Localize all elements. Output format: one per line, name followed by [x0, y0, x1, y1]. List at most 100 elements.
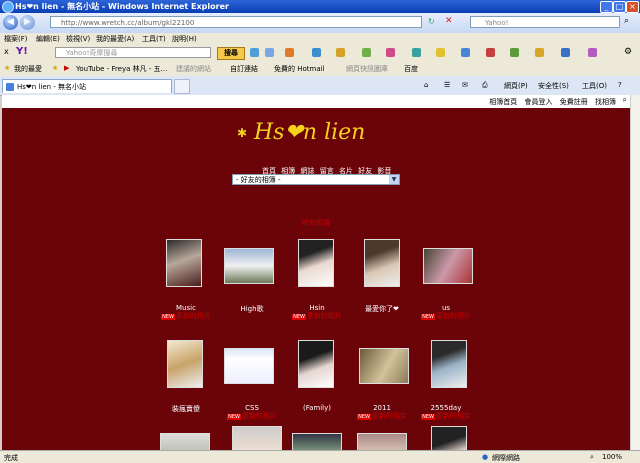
title-bar: Hs❤n lien - 無名小站 - Windows Internet Expl… — [0, 0, 640, 13]
toolbar-tool-icon[interactable] — [362, 48, 371, 57]
album-page: ✱ Hs❤n lien 首頁 相簿 網誌 留言 名片 好友 影音 - 好友的相簿… — [2, 108, 630, 450]
site-logo[interactable]: Hs❤n lien — [254, 120, 365, 145]
search-icon[interactable]: ⌕ — [623, 95, 627, 105]
refresh-icon[interactable]: ↻ — [428, 17, 435, 26]
toolbar-tool-icon[interactable] — [285, 48, 294, 57]
stop-icon[interactable]: ✕ — [445, 16, 453, 26]
chevron-down-icon[interactable]: ▼ — [389, 175, 399, 184]
menu-bar: 檔案(F) 編輯(E) 檢視(V) 我的最愛(A) 工具(T) 說明(H) — [0, 33, 640, 44]
favorite-link-baidu[interactable]: 百度 — [404, 64, 418, 74]
tools-menu[interactable]: 工具(O) — [582, 81, 607, 91]
album-thumbnail[interactable] — [364, 239, 400, 287]
favorites-bar: ★ 我的最愛 ★ ▶ YouTube - Freya 林凡 - 五... 建議的… — [0, 61, 640, 77]
album-thumbnail[interactable] — [298, 340, 334, 388]
album-thumbnail[interactable] — [166, 239, 202, 287]
favorite-link-suggested[interactable]: 建議的網站 — [176, 64, 211, 74]
link-login[interactable]: 會員登入 — [525, 98, 553, 106]
yahoo-logo-icon[interactable]: Y! — [16, 46, 28, 57]
toolbar-tool-icon[interactable] — [265, 48, 274, 57]
window-title: Hs❤n lien - 無名小站 - Windows Internet Expl… — [15, 2, 229, 11]
album-update-text: 更新的相片 — [435, 312, 471, 320]
album-update-text: 更新的相片 — [306, 312, 342, 320]
settings-gear-icon[interactable]: ⚙ — [624, 47, 632, 57]
favorite-link-custom[interactable]: 自訂連結 — [230, 64, 258, 74]
mail-icon[interactable]: ✉ — [462, 81, 468, 89]
status-zoom[interactable]: 100% — [602, 453, 622, 461]
search-input[interactable]: Yahoo! — [470, 16, 620, 28]
album-update: NEW 更新的相片 — [406, 311, 486, 321]
album-thumbnail[interactable] — [167, 340, 203, 388]
mail-icon[interactable] — [312, 48, 321, 57]
link-album-home[interactable]: 相簿首頁 — [489, 98, 517, 106]
forward-button[interactable]: ▶ — [20, 15, 35, 30]
album-thumbnail[interactable] — [224, 248, 274, 284]
vertical-scrollbar[interactable] — [630, 95, 640, 450]
toolbar-tool-icon[interactable] — [436, 48, 445, 57]
toolbar-tool-icon[interactable] — [535, 48, 544, 57]
menu-help[interactable]: 說明(H) — [172, 34, 197, 44]
toolbar-tool-icon[interactable] — [386, 48, 395, 57]
new-badge: NEW — [292, 314, 306, 320]
favorite-link-hotmail[interactable]: 免費的 Hotmail — [274, 64, 325, 74]
album-thumbnail[interactable] — [357, 433, 407, 450]
maximize-button[interactable]: □ — [613, 1, 626, 13]
toolbar-tool-icon[interactable] — [412, 48, 421, 57]
album-thumbnail[interactable] — [423, 248, 473, 284]
menu-view[interactable]: 檢視(V) — [66, 34, 90, 44]
new-badge: NEW — [161, 314, 175, 320]
address-bar[interactable]: http://www.wretch.cc/album/gkl22100 — [50, 16, 422, 28]
friend-album-select[interactable]: - 好友的相簿 - ▼ — [232, 174, 400, 185]
ie-icon — [2, 1, 14, 13]
toolbar-close-icon[interactable]: x — [4, 47, 9, 56]
feeds-icon[interactable]: ☰ — [444, 81, 450, 89]
menu-favorites[interactable]: 我的最愛(A) — [96, 34, 134, 44]
toolbar-tool-icon[interactable] — [336, 48, 345, 57]
album-thumbnail[interactable] — [298, 239, 334, 287]
album-update-text: 更新的相片 — [175, 312, 211, 320]
album-thumbnail[interactable] — [232, 426, 282, 450]
menu-file[interactable]: 檔案(F) — [4, 34, 28, 44]
yahoo-search-button[interactable]: 搜尋 — [217, 47, 245, 60]
album-update-text: 更新的相片 — [371, 412, 407, 420]
new-badge: NEW — [357, 414, 371, 420]
toolbar-tool-icon[interactable] — [486, 48, 495, 57]
new-badge: NEW — [421, 314, 435, 320]
toolbar-tool-icon[interactable] — [510, 48, 519, 57]
new-badge: NEW — [421, 414, 435, 420]
yahoo-search-input[interactable]: Yahoo!奇摩搜尋 — [55, 47, 211, 58]
page-content: 相簿首頁 會員登入 免費註冊 找相簿 ⌕ ✱ Hs❤n lien 首頁 相簿 網… — [2, 95, 630, 450]
safety-menu[interactable]: 安全性(S) — [538, 81, 569, 91]
menu-edit[interactable]: 編輯(E) — [36, 34, 60, 44]
print-icon[interactable]: ⎙ — [482, 81, 488, 90]
favorite-link-youtube[interactable]: YouTube - Freya 林凡 - 五... — [76, 64, 167, 74]
favorites-button[interactable]: 我的最愛 — [14, 64, 42, 74]
search-go-icon[interactable]: ⌕ — [624, 16, 629, 26]
back-button[interactable]: ◀ — [3, 15, 18, 30]
new-tab-button[interactable] — [174, 79, 190, 94]
minimize-button[interactable]: _ — [600, 1, 613, 13]
help-icon[interactable]: ? — [618, 81, 622, 89]
home-icon[interactable]: ⌂ — [424, 81, 428, 89]
zoom-icon[interactable]: ⌕ — [590, 453, 594, 462]
album-thumbnail[interactable] — [224, 348, 274, 384]
toolbar-tool-icon[interactable] — [588, 48, 597, 57]
toolbar-tool-icon[interactable] — [561, 48, 570, 57]
tab-current[interactable]: Hs❤n lien - 無名小站 — [2, 79, 172, 93]
album-thumbnail[interactable] — [431, 340, 467, 388]
favorite-link-slices[interactable]: 網頁快訊圖庫 — [346, 64, 388, 74]
globe-icon: ● — [482, 453, 489, 461]
add-favorite-icon[interactable]: ★ — [52, 64, 58, 72]
album-thumbnail[interactable] — [431, 426, 467, 450]
toolbar-tool-icon[interactable] — [250, 48, 259, 57]
album-thumbnail[interactable] — [292, 433, 342, 450]
link-find-album[interactable]: 找相簿 — [595, 98, 616, 106]
close-button[interactable]: × — [626, 1, 639, 13]
album-thumbnail[interactable] — [160, 433, 210, 450]
toolbar-tool-icon[interactable] — [461, 48, 470, 57]
favorites-star-icon[interactable]: ★ — [4, 64, 10, 72]
flower-icon: ✱ — [237, 126, 248, 140]
album-thumbnail[interactable] — [359, 348, 409, 384]
menu-tools[interactable]: 工具(T) — [142, 34, 166, 44]
page-menu[interactable]: 網頁(P) — [504, 81, 528, 91]
link-register[interactable]: 免費註冊 — [560, 98, 588, 106]
